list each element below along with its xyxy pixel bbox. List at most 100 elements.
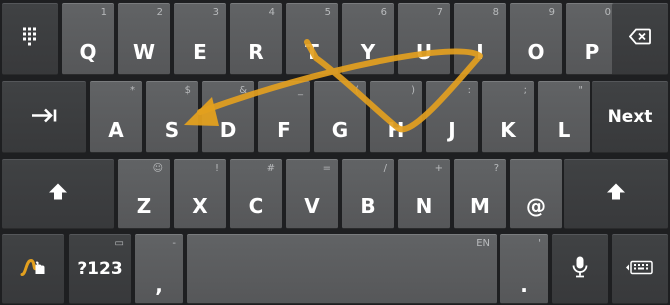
key-hint: ! [214,163,219,174]
key-z[interactable]: ☺ Z [118,159,170,229]
key-label: Q [79,40,97,64]
hide-keyboard-icon [612,259,668,280]
key-hint: 6 [380,7,387,18]
key-u[interactable]: 7U [398,3,450,75]
key-p[interactable]: 0P [566,3,618,75]
key-hint: ? [493,163,499,174]
key-r[interactable]: 4R [230,3,282,75]
key-label: P [584,40,600,64]
key-g[interactable]: (G [314,81,366,153]
key-hint: ( [355,85,359,96]
key-label: Y [360,40,376,64]
key-hint: / [383,163,387,174]
key-f[interactable]: _ F [258,81,310,153]
key-at[interactable]: @ [510,159,562,229]
key-label: U [415,40,433,64]
key-label: Z [136,194,152,218]
key-a[interactable]: * A [90,81,142,153]
key-label: X [192,194,208,218]
tab-icon [2,107,86,128]
key-hint: ☺ [152,163,163,174]
shift-key-left[interactable] [2,159,114,229]
key-m[interactable]: ? M [454,159,506,229]
key-hint: = [322,163,331,174]
numpad-key[interactable] [2,3,58,75]
next-key[interactable]: Next [592,81,668,153]
key-hint: 5 [324,7,331,18]
key-hint: _ [298,85,303,96]
space-key[interactable]: EN [187,234,497,304]
key-t[interactable]: 5T [286,3,338,75]
key-label: R [248,40,264,64]
key-e[interactable]: 3E [174,3,226,75]
key-n[interactable]: + N [398,159,450,229]
next-label: Next [607,107,653,127]
key-b[interactable]: / B [342,159,394,229]
key-hint: ; [523,85,527,96]
key-label: @ [526,194,546,218]
key-hint: : [467,85,471,96]
microphone-icon [552,256,608,283]
key-label: H [387,118,405,142]
gesture-typing-icon [2,257,64,282]
space-key-language-hint: EN [476,238,490,249]
key-label: N [415,194,433,218]
key-hint: # [266,163,275,174]
key-d[interactable]: & D [202,81,254,153]
key-i[interactable]: 8I [454,3,506,75]
comma-key[interactable]: - , [135,234,183,304]
key-label: I [476,40,484,64]
key-hint: " [578,85,583,96]
key-w[interactable]: 2W [118,3,170,75]
key-c[interactable]: # C [230,159,282,229]
backspace-key[interactable] [612,3,668,75]
key-label: S [164,118,180,142]
shift-icon [564,183,668,206]
key-hint: * [130,85,135,96]
key-hint: 3 [212,7,219,18]
key-s[interactable]: $ S [146,81,198,153]
shift-icon [2,183,114,206]
key-y[interactable]: 6Y [342,3,394,75]
key-hint: + [434,163,443,174]
key-label: F [277,118,291,142]
key-label: J [448,118,456,142]
key-hint: & [239,85,247,96]
symbols-key[interactable]: ▭ ?123 [69,234,131,304]
key-hint: ) [411,85,415,96]
hide-keyboard-key[interactable] [612,234,668,304]
key-k[interactable]: ; K [482,81,534,153]
soft-keyboard: 1Q2W3E4R5T6Y7U8I9O0P * A $ S & D _ F(G) H: J; K " L … [0,0,670,305]
key-label: D [219,118,237,142]
key-label: K [500,118,516,142]
key-label: M [470,194,490,218]
key-q[interactable]: 1Q [62,3,114,75]
tab-key[interactable] [2,81,86,153]
key-hint: 0 [604,7,611,18]
period-key-hint: ' [538,238,541,249]
key-hint: 2 [156,7,163,18]
comma-key-label: , [155,273,163,297]
comma-key-hint: - [172,238,176,249]
key-label: C [248,194,264,218]
key-label: V [304,194,320,218]
symbols-key-hint: ▭ [114,238,124,249]
microphone-key[interactable] [552,234,608,304]
key-v[interactable]: = V [286,159,338,229]
key-label: B [360,194,376,218]
shift-key-right[interactable] [564,159,668,229]
key-h[interactable]: ) H [370,81,422,153]
key-hint: $ [184,85,191,96]
key-label: T [305,40,319,64]
key-hint: 8 [492,7,499,18]
key-x[interactable]: ! X [174,159,226,229]
key-o[interactable]: 9O [510,3,562,75]
period-key-label: . [520,273,528,297]
key-label: G [331,118,349,142]
gesture-typing-key[interactable] [2,234,64,304]
key-hint: 7 [436,7,443,18]
period-key[interactable]: ' . [500,234,548,304]
key-label: E [193,40,207,64]
key-l[interactable]: " L [538,81,590,153]
key-j[interactable]: :J [426,81,478,153]
